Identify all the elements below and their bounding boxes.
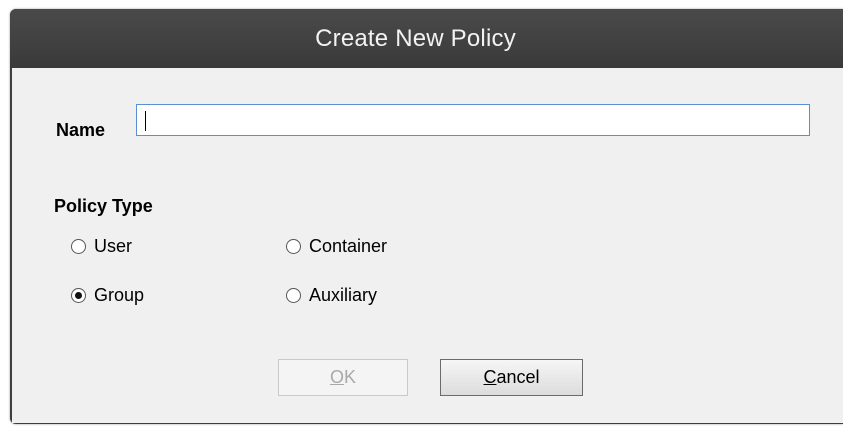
radio-circle[interactable] [286, 239, 301, 254]
title-bar[interactable]: Create New Policy [10, 9, 843, 68]
radio-group-label: Group [94, 285, 145, 305]
ok-button[interactable]: OK [278, 359, 408, 396]
cancel-button[interactable]: Cancel [440, 359, 583, 396]
ok-mnemonic: O [329, 367, 344, 387]
create-policy-dialog: Create New Policy Name Policy Type User … [10, 9, 843, 424]
dialog-title: Create New Policy [315, 24, 516, 52]
name-label: Name [56, 120, 106, 140]
name-input[interactable] [136, 104, 810, 136]
radio-auxiliary[interactable]: Auxiliary [286, 285, 377, 306]
dialog-body: Name Policy Type User Group Container Au… [12, 68, 843, 423]
ok-label-rest: K [344, 367, 357, 387]
text-caret [145, 111, 146, 131]
radio-user[interactable]: User [71, 236, 132, 257]
radio-container[interactable]: Container [286, 236, 387, 257]
radio-user-label: User [94, 236, 133, 256]
radio-circle[interactable] [286, 288, 301, 303]
radio-circle[interactable] [71, 239, 86, 254]
policy-type-label: Policy Type [54, 196, 153, 216]
cancel-label-rest: ancel [496, 367, 540, 387]
radio-circle-selected[interactable] [71, 288, 86, 303]
cancel-mnemonic: C [483, 367, 497, 387]
radio-group[interactable]: Group [71, 285, 144, 306]
radio-container-label: Container [309, 236, 388, 256]
radio-auxiliary-label: Auxiliary [309, 285, 378, 305]
